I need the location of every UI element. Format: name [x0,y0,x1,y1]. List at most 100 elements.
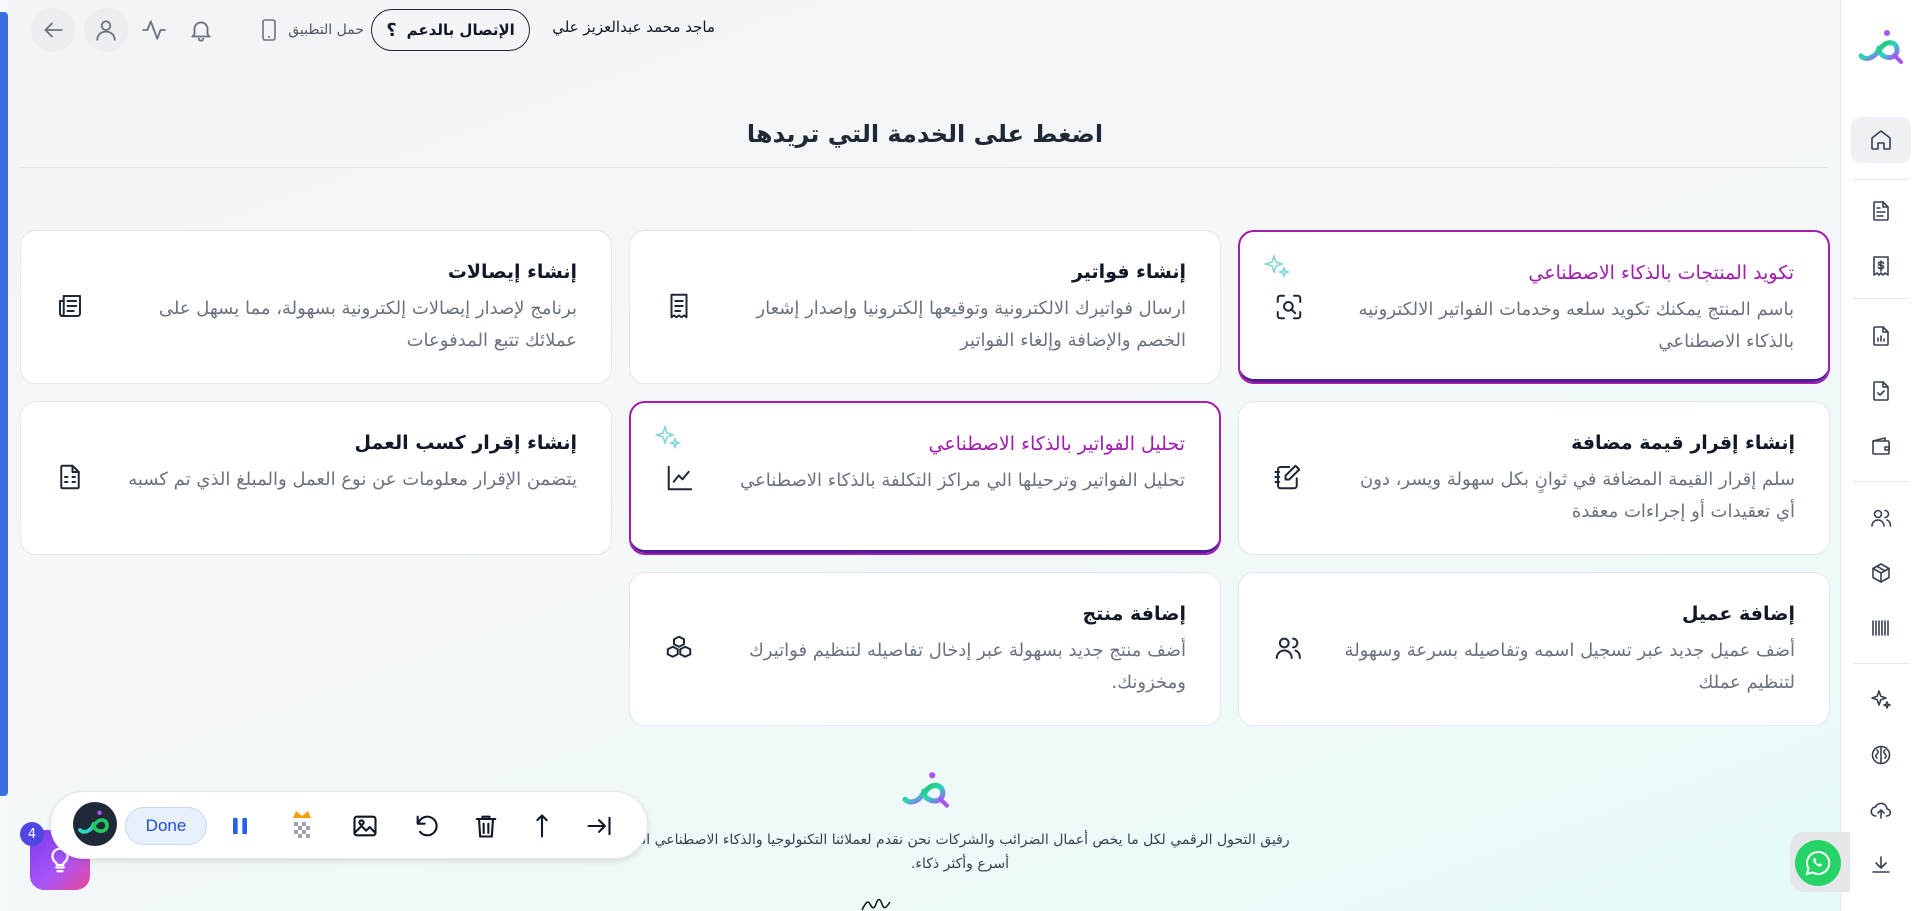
card-description: باسم المنتج يمكنك تكويد سلعه وخدمات الفو… [1358,299,1794,352]
trash-icon [475,815,497,838]
notebook-pen-icon [1271,460,1305,494]
download-icon [1872,856,1890,873]
service-card-vat-declaration[interactable]: إنشاء إقرار قيمة مضافة سلم إقرار القيمة … [1238,401,1830,555]
page-title: اضغط على الخدمة التي تريدها [746,120,1104,148]
file-text-icon [1873,201,1889,221]
premium-blur-button[interactable] [285,809,319,843]
image-button[interactable] [348,809,382,843]
activity-icon [142,20,166,40]
service-card-ai-product-coding[interactable]: تكويد المنتجات بالذكاء الاصطناعي باسم ال… [1238,230,1830,384]
arrow-right-to-line-icon [587,816,611,836]
card-title: إنشاء فواتير [1071,261,1186,283]
sidebar-home[interactable] [1851,117,1911,163]
sidebar-divider [1853,298,1909,299]
newspaper-icon [53,289,87,323]
image-icon [353,815,377,837]
users-icon [1271,631,1305,665]
home-icon [1871,130,1891,150]
done-button[interactable]: Done [125,807,207,845]
whatsapp-button[interactable] [1795,840,1841,886]
title-divider [20,167,1828,168]
card-description: يتضمن الإقرار معلومات عن نوع العمل والمب… [128,469,577,490]
service-card-add-customer[interactable]: إضافة عميل أضف عميل جديد عبر تسجيل اسمه … [1238,572,1830,726]
card-title: إضافة عميل [1681,603,1795,625]
footer-logo [898,768,954,814]
file-spreadsheet-icon [53,460,87,494]
card-title: تكويد المنتجات بالذكاء الاصطناعي [1528,262,1794,284]
rotate-ccw-icon [416,815,438,837]
back-button[interactable] [31,8,75,52]
hint-count-badge: 4 [20,822,44,846]
download-app-link[interactable]: حمل التطبيق [234,18,364,42]
card-description: أضف عميل جديد عبر تسجيل اسمه وتفاصيله بس… [1344,640,1795,693]
smartphone-icon [262,19,277,41]
sidebar-upload[interactable] [1851,787,1911,833]
service-card-ai-invoice-analysis[interactable]: تحليل الفواتير بالذكاء الاصطناعي تحليل ا… [629,401,1221,555]
cloud-upload-icon [1870,802,1892,819]
pause-button[interactable] [223,809,257,843]
sparkles-icon [1871,690,1891,709]
card-title: إنشاء إقرار كسب العمل [354,432,577,454]
line-chart-icon [663,461,697,495]
sparkles-icon [1262,252,1292,282]
support-button-label: الإتصال بالدعم [406,21,515,39]
sidebar-ai-brain[interactable] [1851,732,1911,778]
card-title: تحليل الفواتير بالذكاء الاصطناعي [928,433,1186,455]
sidebar-divider [1853,663,1909,664]
move-up-button[interactable] [525,809,559,843]
contact-support-button[interactable]: الإتصال بالدعم ؟ [371,9,530,51]
sidebar-barcode[interactable] [1851,605,1911,651]
card-title: إنشاء إيصالات [447,261,577,283]
sidebar-receipts[interactable] [1851,243,1911,289]
bell-icon [191,21,211,42]
card-description: تحليل الفواتير وترحيلها الي مراكز التكلف… [740,470,1185,491]
sidebar-declarations[interactable] [1851,368,1911,414]
sidebar-wallet[interactable] [1851,423,1911,469]
arrow-left-icon [44,22,63,38]
activity-button[interactable] [132,8,176,52]
delete-button[interactable] [469,809,503,843]
pause-icon [233,817,247,835]
sidebar-divider [1853,179,1909,180]
footer-signature [860,896,900,911]
file-check-icon [1873,381,1889,401]
service-card-add-product[interactable]: إضافة منتج أضف منتج جديد بسهولة عبر إدخا… [629,572,1221,726]
download-app-label: حمل التطبيق [288,22,364,38]
profile-button[interactable] [84,8,128,52]
arrow-up-curve-icon [536,814,548,838]
service-card-create-invoices[interactable]: إنشاء فواتير ارسال فواتيرك الالكترونية و… [629,230,1221,384]
receipt-icon [662,289,696,323]
sidebar-ai[interactable] [1851,677,1911,723]
scan-search-icon [1272,290,1306,324]
wallet-icon [1872,437,1890,455]
toolbar-avatar[interactable] [73,802,117,846]
card-title: إضافة منتج [1082,603,1186,625]
collapse-toolbar-button[interactable] [582,809,616,843]
user-name: ماجد محمد عبدالعزيز علي [552,18,715,36]
dollar-receipt-icon [1873,256,1889,276]
boxes-icon [662,631,696,665]
card-description: برنامج لإصدار إيصالات إلكترونية بسهولة، … [158,298,577,351]
service-card-create-receipts[interactable]: إنشاء إيصالات برنامج لإصدار إيصالات إلكت… [20,230,612,384]
brain-icon [1871,745,1891,765]
sidebar-download[interactable] [1851,842,1911,888]
top-bar: حمل التطبيق الإتصال بالدعم ؟ ماجد محمد ع… [0,0,1840,60]
service-card-work-income-declaration[interactable]: إنشاء إقرار كسب العمل يتضمن الإقرار معلو… [20,401,612,555]
brand-logo[interactable] [1857,26,1905,70]
sidebar-invoices[interactable] [1851,188,1911,234]
undo-button[interactable] [410,809,444,843]
sidebar [1840,0,1920,911]
sidebar-customers[interactable] [1851,495,1911,541]
whatsapp-icon [1805,850,1831,876]
sidebar-products[interactable] [1851,550,1911,596]
package-icon [1872,563,1890,583]
card-description: سلم إقرار القيمة المضافة في ثوانٍ بكل سه… [1359,469,1795,522]
notifications-button[interactable] [179,8,223,52]
user-icon [96,20,116,41]
floating-toolbar: Done [50,791,648,859]
footer-tagline: رفيق التحول الرقمي لكل ما يخص أعمال الضر… [630,832,1290,872]
left-accent-bar [0,12,8,796]
sidebar-reports[interactable] [1851,313,1911,359]
card-title: إنشاء إقرار قيمة مضافة [1571,432,1795,454]
card-description: ارسال فواتيرك الالكترونية وتوقيعها إلكتر… [756,298,1186,351]
